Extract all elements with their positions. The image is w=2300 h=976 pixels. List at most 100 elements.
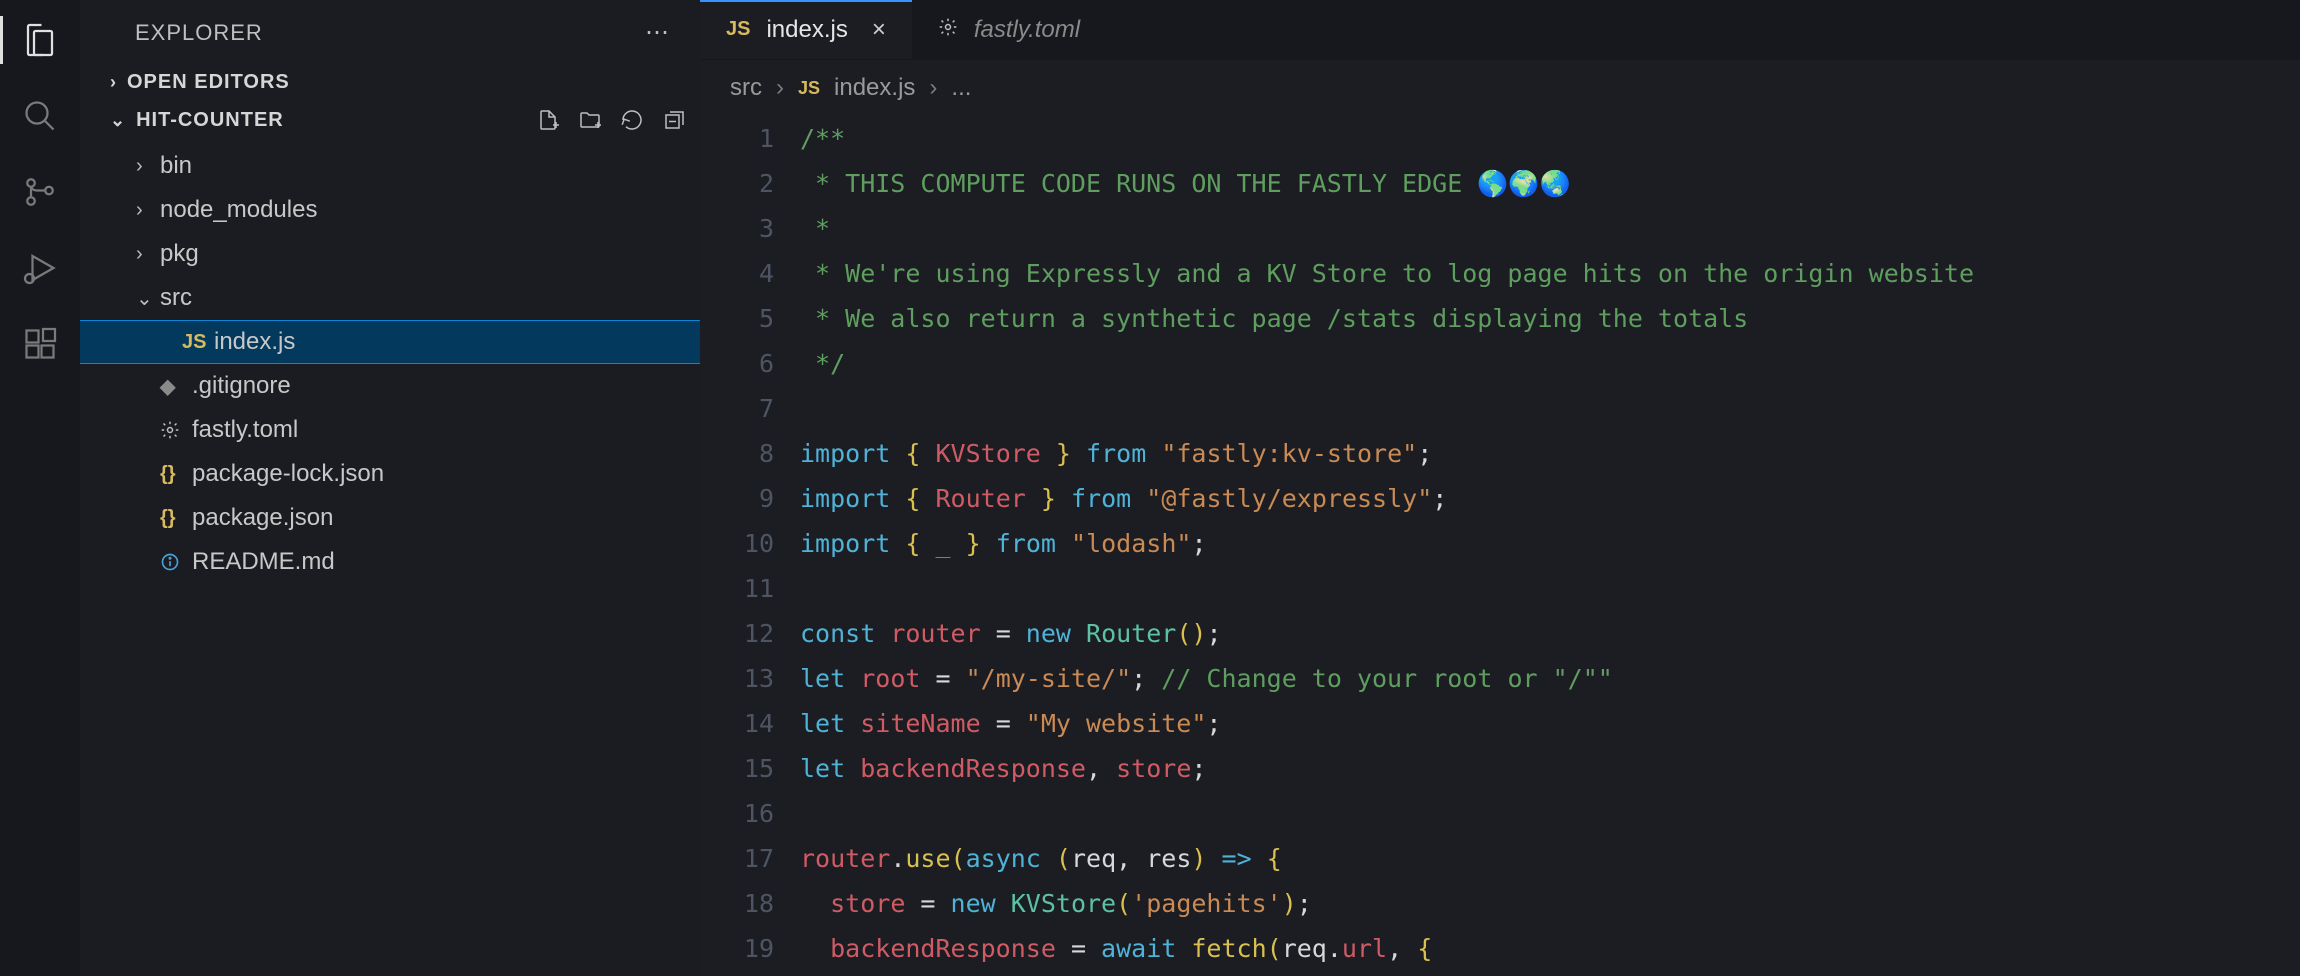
breadcrumb-part[interactable]: src [730, 74, 762, 102]
chevron-right-icon: › [929, 74, 937, 102]
code-line[interactable]: let backendResponse, store; [800, 746, 2300, 791]
breadcrumb-part[interactable]: index.js [834, 74, 915, 102]
file-item[interactable]: ◆.gitignore [80, 364, 700, 408]
code-line[interactable]: * [800, 206, 2300, 251]
close-icon[interactable]: × [872, 16, 886, 44]
tab-label: index.js [766, 16, 847, 44]
line-number: 2 [710, 161, 774, 206]
folder-label: node_modules [160, 196, 317, 224]
line-number: 19 [710, 926, 774, 971]
line-number-gutter: 12345678910111213141516171819 [710, 116, 800, 971]
json-icon: {} [160, 507, 192, 530]
file-label: package-lock.json [192, 460, 384, 488]
file-label: index.js [214, 328, 295, 356]
line-number: 12 [710, 611, 774, 656]
json-icon: {} [160, 463, 192, 486]
search-icon[interactable] [20, 96, 60, 136]
file-item[interactable]: JSindex.js [80, 320, 700, 364]
code-line[interactable]: const router = new Router(); [800, 611, 2300, 656]
open-editors-label: OPEN EDITORS [127, 71, 290, 94]
line-number: 1 [710, 116, 774, 161]
new-file-icon[interactable] [536, 108, 560, 132]
code-line[interactable] [800, 566, 2300, 611]
code-line[interactable]: let root = "/my-site/"; // Change to you… [800, 656, 2300, 701]
code-line[interactable]: let siteName = "My website"; [800, 701, 2300, 746]
code-line[interactable]: * We also return a synthetic page /stats… [800, 296, 2300, 341]
git-icon: ◆ [160, 374, 192, 399]
explorer-sidebar: EXPLORER ⋯ › OPEN EDITORS ⌄ HIT-COUNTER … [80, 0, 700, 976]
line-number: 7 [710, 386, 774, 431]
js-icon: JS [798, 78, 820, 99]
code-line[interactable]: store = new KVStore('pagehits'); [800, 881, 2300, 926]
more-actions-icon[interactable]: ⋯ [645, 18, 670, 47]
tab-fastly-toml[interactable]: fastly.toml [912, 0, 1106, 59]
line-number: 8 [710, 431, 774, 476]
code-editor[interactable]: 12345678910111213141516171819 /** * THIS… [700, 116, 2300, 971]
file-item[interactable]: fastly.toml [80, 408, 700, 452]
line-number: 15 [710, 746, 774, 791]
code-lines[interactable]: /** * THIS COMPUTE CODE RUNS ON THE FAST… [800, 116, 2300, 971]
refresh-icon[interactable] [620, 108, 644, 132]
folder-item[interactable]: ›node_modules [80, 188, 700, 232]
code-line[interactable]: import { _ } from "lodash"; [800, 521, 2300, 566]
activity-bar [0, 0, 80, 976]
code-line[interactable]: * We're using Expressly and a KV Store t… [800, 251, 2300, 296]
code-line[interactable] [800, 791, 2300, 836]
code-line[interactable]: router.use(async (req, res) => { [800, 836, 2300, 881]
folder-label: bin [160, 152, 192, 180]
line-number: 9 [710, 476, 774, 521]
line-number: 10 [710, 521, 774, 566]
project-actions [536, 108, 686, 132]
file-label: package.json [192, 504, 333, 532]
line-number: 4 [710, 251, 774, 296]
chevron-right-icon: › [776, 74, 784, 102]
line-number: 5 [710, 296, 774, 341]
collapse-all-icon[interactable] [662, 108, 686, 132]
breadcrumb[interactable]: src › JS index.js › ... [700, 60, 2300, 116]
code-line[interactable]: * THIS COMPUTE CODE RUNS ON THE FASTLY E… [800, 161, 2300, 206]
line-number: 3 [710, 206, 774, 251]
line-number: 13 [710, 656, 774, 701]
code-line[interactable] [800, 386, 2300, 431]
new-folder-icon[interactable] [578, 108, 602, 132]
explorer-icon[interactable] [20, 20, 60, 60]
gear-icon [938, 17, 958, 43]
line-number: 16 [710, 791, 774, 836]
file-label: fastly.toml [192, 416, 298, 444]
file-item[interactable]: {}package-lock.json [80, 452, 700, 496]
chevron-down-icon: ⌄ [136, 286, 160, 311]
breadcrumb-tail[interactable]: ... [951, 74, 971, 102]
tab-label: fastly.toml [974, 16, 1080, 44]
extensions-icon[interactable] [20, 324, 60, 364]
gear-icon [160, 420, 192, 440]
folder-item[interactable]: ›pkg [80, 232, 700, 276]
chevron-down-icon: ⌄ [110, 110, 126, 131]
open-editors-section[interactable]: › OPEN EDITORS [80, 65, 700, 100]
file-tree: ›bin›node_modules›pkg⌄srcJSindex.js◆.git… [80, 140, 700, 584]
source-control-icon[interactable] [20, 172, 60, 212]
code-line[interactable]: /** [800, 116, 2300, 161]
folder-item[interactable]: ›bin [80, 144, 700, 188]
explorer-header: EXPLORER ⋯ [80, 0, 700, 65]
line-number: 17 [710, 836, 774, 881]
js-icon: JS [726, 18, 750, 41]
folder-item[interactable]: ⌄src [80, 276, 700, 320]
chevron-right-icon: › [136, 243, 160, 266]
code-line[interactable]: */ [800, 341, 2300, 386]
project-name: HIT-COUNTER [136, 109, 284, 132]
code-line[interactable]: backendResponse = await fetch(req.url, { [800, 926, 2300, 971]
editor-area: JS index.js × fastly.toml src › JS index.js… [700, 0, 2300, 976]
chevron-right-icon: › [110, 72, 117, 93]
file-item[interactable]: {}package.json [80, 496, 700, 540]
line-number: 11 [710, 566, 774, 611]
debug-icon[interactable] [20, 248, 60, 288]
project-header[interactable]: ⌄ HIT-COUNTER [80, 100, 700, 140]
file-item[interactable]: README.md [80, 540, 700, 584]
line-number: 6 [710, 341, 774, 386]
code-line[interactable]: import { KVStore } from "fastly:kv-store… [800, 431, 2300, 476]
tab-index-js[interactable]: JS index.js × [700, 0, 912, 59]
tab-bar: JS index.js × fastly.toml [700, 0, 2300, 60]
code-line[interactable]: import { Router } from "@fastly/expressl… [800, 476, 2300, 521]
info-icon [160, 552, 192, 572]
line-number: 14 [710, 701, 774, 746]
